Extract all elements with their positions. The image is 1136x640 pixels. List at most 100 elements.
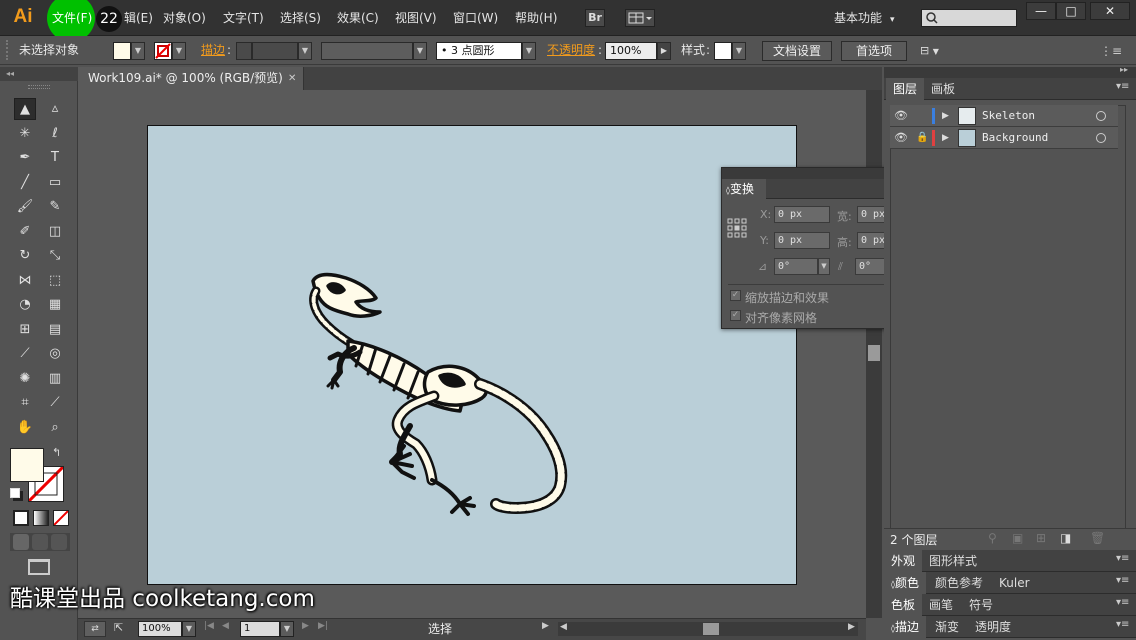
stroke-label[interactable]: 描边 [201,36,225,65]
document-tab[interactable]: Work109.ai* @ 100% (RGB/预览) ✕ [78,67,304,90]
rotate-input[interactable]: 0° [774,258,818,275]
horizontal-scroll-thumb[interactable] [703,623,719,635]
screen-mode-icon[interactable] [28,559,50,575]
workspace-switcher[interactable]: 基本功能 ▾ [834,0,895,36]
last-artboard-icon[interactable]: ▶| [318,621,328,631]
x-input[interactable]: 0 px [774,206,830,223]
lock-icon[interactable]: 🔒 [916,127,928,149]
tab-symbols[interactable]: 符号 [962,594,1000,616]
y-input[interactable]: 0 px [774,232,830,249]
eyedropper-tool-icon[interactable]: ⟋ [14,343,36,365]
hand-tool-icon[interactable]: ✋ [14,417,36,439]
status-menu-arrow[interactable]: ▶ [542,621,549,631]
layer-row-skeleton[interactable]: 👁 ▶ Skeleton [890,105,1118,127]
skeleton-artwork[interactable] [148,126,798,586]
opacity-arrow[interactable]: ▶ [657,42,671,60]
tab-color-guide[interactable]: 颜色参考 [928,572,990,594]
preferences-button[interactable]: 首选项 [841,41,907,61]
tab-artboards[interactable]: 画板 [924,78,962,100]
zoom-tool-icon[interactable]: ⌕ [44,417,66,439]
symbol-sprayer-tool-icon[interactable]: ✺ [14,368,36,390]
lasso-tool-icon[interactable]: ℓ [44,123,66,145]
menu-window[interactable]: 窗口(W) [453,0,498,36]
first-artboard-icon[interactable]: |◀ [204,621,214,631]
layers-panel-menu-icon[interactable]: ▾≡ [1116,81,1129,92]
document-setup-button[interactable]: 文档设置 [762,41,832,61]
make-clip-mask-icon[interactable]: ▣ [1012,531,1023,545]
align-options-button[interactable]: ⊟ ▼ [920,42,950,60]
tab-stroke[interactable]: ◊描边 [884,616,926,638]
artboard-number-input[interactable]: 1 [240,621,280,637]
visibility-eye-icon[interactable]: 👁 [894,105,908,127]
transform-tab[interactable]: ◊变换 [722,179,766,199]
stroke-weight-dropdown[interactable]: ▼ [298,42,312,60]
close-button[interactable]: ✕ [1090,2,1130,20]
free-transform-tool-icon[interactable]: ⬚ [44,270,66,292]
artboard[interactable] [147,125,797,585]
none-mode-button[interactable] [53,510,69,526]
color-menu-icon[interactable]: ▾≡ [1116,575,1129,586]
variable-width-dropdown[interactable]: ▼ [413,42,427,60]
stroke-menu-icon[interactable]: ▾≡ [1116,619,1129,630]
column-graph-tool-icon[interactable]: ▥ [44,368,66,390]
type-tool-icon[interactable]: T [44,147,66,169]
opacity-label[interactable]: 不透明度 [547,36,595,65]
tab-gradient[interactable]: 渐变 [928,616,966,638]
tab-transparency[interactable]: 透明度 [968,616,1018,638]
gradient-tool-icon[interactable]: ▤ [44,319,66,341]
color-mode-button[interactable] [13,510,29,526]
layer-name[interactable]: Background [982,127,1048,149]
arrange-documents-button[interactable] [625,9,655,27]
zoom-input[interactable]: 100% [138,621,182,637]
locate-object-icon[interactable]: ⚲ [988,531,997,545]
fill-swatch[interactable] [113,42,131,60]
scroll-right-icon[interactable]: ▶ [848,622,855,632]
variable-width-profile[interactable] [321,42,413,60]
prev-artboard-icon[interactable]: ◀ [222,621,229,631]
align-pixel-grid-checkbox[interactable]: ✓ [730,310,741,321]
pencil-tool-icon[interactable]: ✎ [44,196,66,218]
tab-graphic-styles[interactable]: 图形样式 [922,550,984,572]
zoom-dropdown[interactable]: ▼ [182,621,196,637]
scale-strokes-checkbox[interactable]: ✓ [730,290,741,301]
graphic-style-dropdown[interactable]: ▼ [732,42,746,60]
graphic-style-swatch[interactable] [714,42,732,60]
layer-row-background[interactable]: 👁 🔒 ▶ Background [890,127,1118,149]
blob-brush-tool-icon[interactable]: ✐ [14,221,36,243]
swap-colors-icon[interactable]: ↰ [52,446,61,459]
draw-behind-icon[interactable] [32,534,48,550]
new-layer-icon[interactable]: ◨ [1060,531,1071,545]
paintbrush-tool-icon[interactable]: 🖌 [14,196,36,218]
stroke-weight-input[interactable] [252,42,298,60]
menu-view[interactable]: 视图(V) [395,0,437,36]
width-tool-icon[interactable]: ⋈ [14,270,36,292]
visibility-eye-icon[interactable]: 👁 [894,127,908,149]
artboard-tool-icon[interactable]: ⌗ [14,392,36,414]
expand-triangle-icon[interactable]: ▶ [942,105,949,127]
stroke-dropdown[interactable]: ▼ [172,42,186,60]
shape-builder-tool-icon[interactable]: ◔ [14,294,36,316]
menu-object[interactable]: 对象(O) [163,0,206,36]
new-sublayer-icon[interactable]: ⊞ [1036,531,1046,545]
target-circle-icon[interactable] [1096,111,1106,121]
expand-triangle-icon[interactable]: ▶ [942,127,949,149]
bridge-button[interactable]: Br [585,9,605,27]
scroll-left-icon[interactable]: ◀ [560,622,567,632]
artboard-dropdown[interactable]: ▼ [280,621,294,637]
brush-definition[interactable]: • 3 点圆形 [436,42,522,60]
tab-brushes[interactable]: 画笔 [922,594,960,616]
menu-effect[interactable]: 效果(C) [337,0,379,36]
default-colors-icon[interactable] [10,488,20,498]
draw-inside-icon[interactable] [51,534,67,550]
tab-appearance[interactable]: 外观 [884,550,923,572]
next-artboard-icon[interactable]: ▶ [302,621,309,631]
artboard-nav-icon[interactable]: ⇄ [84,621,106,637]
menu-file[interactable]: 文件(F) [52,0,92,36]
stroke-weight-stepper[interactable] [236,42,252,60]
stroke-swatch[interactable] [154,42,172,60]
share-icon[interactable]: ⇱ [114,621,123,634]
menu-help[interactable]: 帮助(H) [515,0,557,36]
tab-layers[interactable]: 图层 [886,78,925,100]
swatches-menu-icon[interactable]: ▾≡ [1116,597,1129,608]
menu-edit[interactable]: 辑(E) [124,0,153,36]
